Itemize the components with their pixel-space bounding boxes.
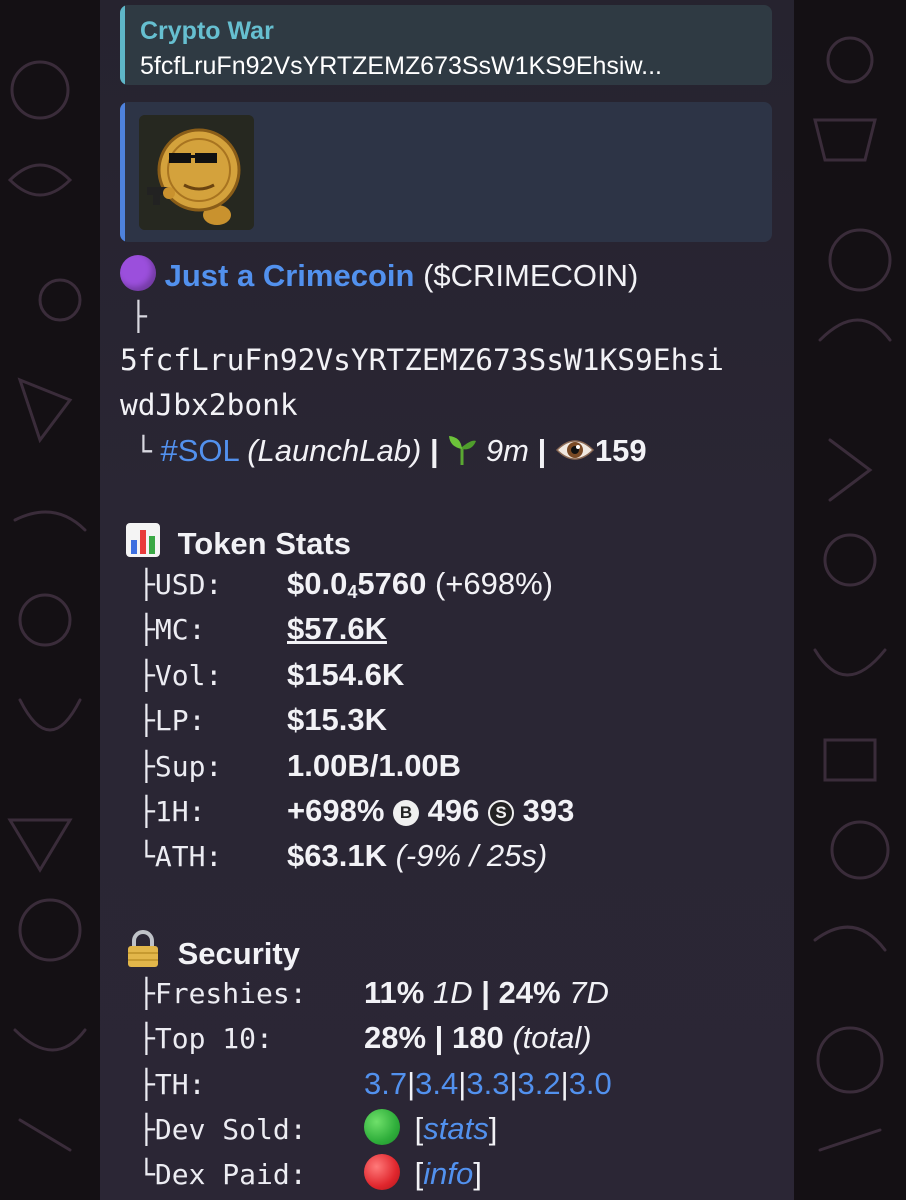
dev-stats-link[interactable]: stats: [423, 1111, 488, 1146]
token-ticker: ($CRIMECOIN): [423, 258, 639, 293]
seedling-icon: [447, 433, 477, 473]
separator: |: [429, 433, 439, 468]
freshies-value: 11% 1D | 24% 7D: [364, 975, 609, 1010]
message-bubble: Crypto War 5fcfLruFn92VsYRTZEMZ673SsW1KS…: [100, 0, 794, 1200]
reply-title: Crypto War: [140, 17, 274, 45]
reply-quote[interactable]: Crypto War 5fcfLruFn92VsYRTZEMZ673SsW1KS…: [120, 5, 772, 85]
token-address-line1[interactable]: 5fcfLruFn92VsYRTZEMZ673SsW1KS9Ehsi: [120, 343, 724, 377]
purple-circle-icon: [120, 255, 156, 291]
tree-branch-2: └: [135, 435, 152, 468]
stat-lp-value: $15.3K: [287, 702, 387, 737]
sells-badge-icon: S: [488, 800, 514, 826]
stat-1h-label: ├1H:: [138, 795, 206, 828]
link-preview[interactable]: [120, 102, 772, 242]
chain-hashtag-link[interactable]: #SOL: [160, 433, 238, 468]
reply-accent-bar: [120, 5, 125, 85]
holder-link[interactable]: 3.7: [364, 1066, 407, 1101]
eye-icon: [555, 435, 595, 473]
change-1h: +698%: [287, 793, 385, 828]
holder-link[interactable]: 3.3: [466, 1066, 509, 1101]
dex-paid-label: └Dex Paid:: [138, 1158, 307, 1191]
security-title: Security: [177, 936, 300, 971]
token-meta-line: └ #SOL (LaunchLab) | 9m | 159: [135, 433, 647, 473]
top-holders-links: 3.7|3.4|3.3|3.2|3.0: [364, 1066, 612, 1101]
dex-paid-value: [info]: [364, 1154, 482, 1192]
token-stats-title: Token Stats: [177, 526, 352, 561]
bar-chart-icon: [125, 522, 161, 566]
token-age: 9m: [485, 433, 529, 468]
security-heading: Security: [125, 930, 300, 976]
sells-count: 393: [522, 793, 575, 828]
buys-badge-icon: B: [393, 800, 420, 826]
freshies-label: ├Freshies:: [138, 977, 307, 1010]
stat-mc-label: ├MC:: [138, 613, 206, 646]
stat-vol-value: $154.6K: [287, 657, 405, 692]
preview-accent-bar: [120, 102, 125, 242]
stat-usd-value: $0.045760 (+698%): [287, 566, 553, 602]
green-circle-icon: [364, 1109, 400, 1145]
lock-icon: [125, 930, 161, 976]
th-label: ├TH:: [138, 1068, 206, 1101]
stat-ath-label: └ATH:: [138, 840, 223, 873]
token-address-line2[interactable]: wdJbx2bonk: [120, 388, 298, 422]
stat-1h-value: +698% B 496 S 393: [287, 793, 574, 829]
holder-link[interactable]: 3.2: [518, 1066, 561, 1101]
dex-info-link[interactable]: info: [423, 1156, 473, 1191]
platform-label: (LaunchLab): [247, 433, 422, 468]
buys-count: 496: [427, 793, 480, 828]
stat-vol-label: ├Vol:: [138, 659, 223, 692]
stat-sup-label: ├Sup:: [138, 750, 223, 783]
holder-link[interactable]: 3.4: [415, 1066, 458, 1101]
tree-branch-1: ├: [130, 300, 147, 333]
crimecoin-logo-image[interactable]: [139, 115, 254, 230]
token-stats-heading: Token Stats: [125, 522, 351, 566]
stat-sup-value: 1.00B/1.00B: [287, 748, 462, 783]
token-header: Just a Crimecoin ($CRIMECOIN): [120, 255, 638, 294]
stat-lp-label: ├LP:: [138, 704, 206, 737]
top10-value: 28% | 180 (total): [364, 1020, 592, 1055]
separator: |: [537, 433, 547, 468]
dev-sold-label: ├Dev Sold:: [138, 1113, 307, 1146]
stat-mc-value-link[interactable]: $57.6K: [287, 611, 387, 647]
crimecoin-logo-icon: [139, 115, 254, 230]
stat-usd-label: ├USD:: [138, 568, 223, 601]
red-circle-icon: [364, 1154, 400, 1190]
top10-label: ├Top 10:: [138, 1022, 273, 1055]
stat-ath-value: $63.1K (-9% / 25s): [287, 838, 548, 873]
holder-link[interactable]: 3.0: [569, 1066, 612, 1101]
view-count: 159: [594, 433, 647, 468]
token-name-link[interactable]: Just a Crimecoin: [165, 258, 415, 293]
reply-text: 5fcfLruFn92VsYRTZEMZ673SsW1KS9Ehsiw...: [140, 52, 662, 80]
dev-sold-value: [stats]: [364, 1109, 497, 1147]
